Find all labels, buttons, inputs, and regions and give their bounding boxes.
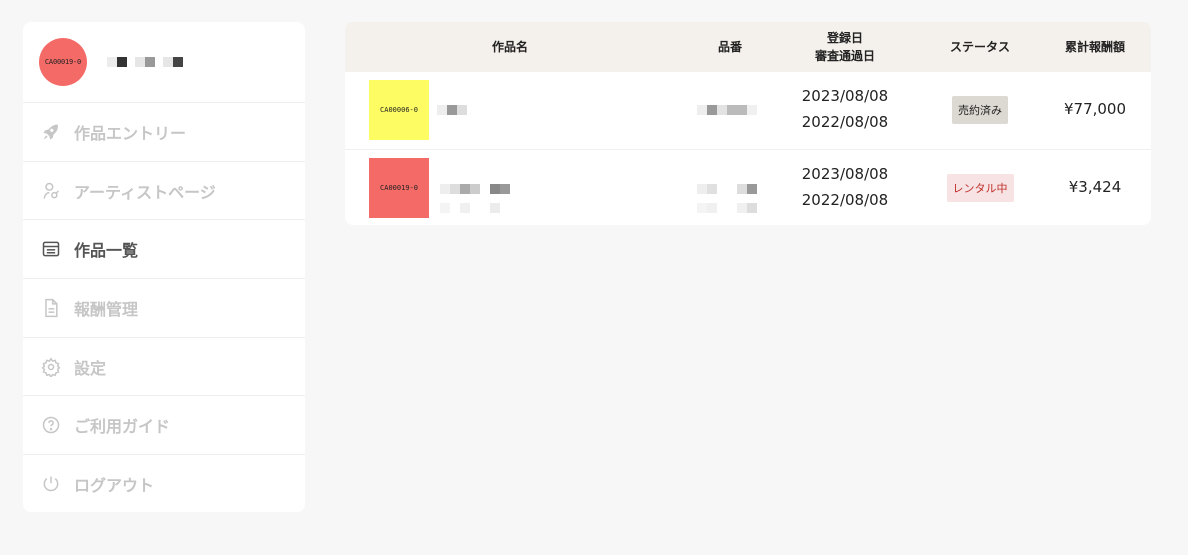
status-cell: 売約済み bbox=[925, 96, 1035, 124]
header-amount: 累計報酬額 bbox=[1064, 40, 1125, 54]
header-dates: 登録日 審査通過日 bbox=[785, 22, 905, 72]
header-status: ステータス bbox=[949, 40, 1010, 54]
registered-date: 2023/08/08 bbox=[801, 164, 889, 183]
sidebar-item-label: 作品一覧 bbox=[74, 241, 139, 261]
status-badge: レンタル中 bbox=[946, 173, 1014, 202]
artwork-thumbnail[interactable]: CA00006-0 bbox=[369, 80, 429, 140]
redacted-product-number bbox=[697, 179, 757, 217]
document-icon bbox=[40, 297, 62, 319]
redacted-title[interactable] bbox=[440, 179, 510, 217]
avatar[interactable]: CA00019-0 bbox=[39, 38, 87, 86]
sidebar-item-label: アーティストページ bbox=[74, 182, 216, 202]
sidebar-item-guide[interactable]: ご利用ガイド bbox=[23, 396, 305, 456]
redacted-title[interactable] bbox=[437, 105, 467, 115]
sidebar-item-label: 作品エントリー bbox=[74, 123, 187, 143]
header-title: 作品名 bbox=[491, 40, 528, 54]
row-dates: 2023/08/08 2022/08/08 bbox=[785, 83, 905, 135]
power-icon bbox=[40, 473, 62, 495]
table-row[interactable]: CA00006-0 2023/08/08 2022/08/08 売約済み ¥77… bbox=[345, 72, 1151, 149]
header-registered-date: 登録日 bbox=[826, 31, 863, 45]
cumulative-amount: ¥77,000 bbox=[1063, 100, 1127, 118]
registered-date: 2023/08/08 bbox=[801, 87, 889, 105]
artist-icon bbox=[40, 180, 62, 202]
sidebar: CA00019-0 作品エントリー アーティストページ 作品一覧 報酬管理 設定… bbox=[23, 22, 305, 512]
works-table: 作品名 品番 登録日 審査通過日 ステータス 累計報酬額 CA00006-0 2… bbox=[345, 22, 1151, 225]
gear-icon bbox=[40, 356, 62, 378]
thumbnail-text: CA00019-0 bbox=[380, 183, 418, 192]
sidebar-item-label: 報酬管理 bbox=[74, 299, 139, 319]
redacted-product-number bbox=[697, 105, 757, 115]
artwork-thumbnail[interactable]: CA00019-0 bbox=[369, 157, 429, 218]
header-approved-date: 審査通過日 bbox=[814, 49, 875, 63]
approved-date: 2022/08/08 bbox=[801, 190, 889, 209]
list-icon bbox=[40, 238, 62, 260]
sidebar-item-label: ログアウト bbox=[74, 476, 155, 496]
status-cell: レンタル中 bbox=[925, 173, 1035, 202]
sidebar-item-settings[interactable]: 設定 bbox=[23, 338, 305, 397]
thumbnail-text: CA00006-0 bbox=[380, 106, 418, 114]
help-icon bbox=[40, 414, 62, 436]
sidebar-item-logout[interactable]: ログアウト bbox=[23, 455, 305, 512]
sidebar-item-work-list[interactable]: 作品一覧 bbox=[23, 220, 305, 280]
cumulative-amount: ¥3,424 bbox=[1068, 177, 1122, 196]
sidebar-item-label: 設定 bbox=[74, 358, 107, 378]
sidebar-item-artist-page[interactable]: アーティストページ bbox=[23, 162, 305, 221]
table-row[interactable]: CA00019-0 2023/08/08 2022/08/08 レンタル中 ¥3… bbox=[345, 148, 1151, 226]
profile-header: CA00019-0 bbox=[23, 22, 305, 103]
avatar-text: CA00019-0 bbox=[44, 58, 82, 66]
sidebar-item-rewards[interactable]: 報酬管理 bbox=[23, 279, 305, 338]
table-header: 作品名 品番 登録日 審査通過日 ステータス 累計報酬額 bbox=[345, 22, 1151, 72]
redacted-username bbox=[107, 57, 183, 67]
rocket-icon bbox=[40, 121, 62, 143]
status-badge: 売約済み bbox=[952, 96, 1008, 124]
row-dates: 2023/08/08 2022/08/08 bbox=[785, 161, 905, 213]
sidebar-item-work-entry[interactable]: 作品エントリー bbox=[23, 103, 305, 162]
sidebar-item-label: ご利用ガイド bbox=[74, 417, 171, 437]
approved-date: 2022/08/08 bbox=[801, 113, 889, 131]
header-number: 品番 bbox=[717, 40, 742, 54]
